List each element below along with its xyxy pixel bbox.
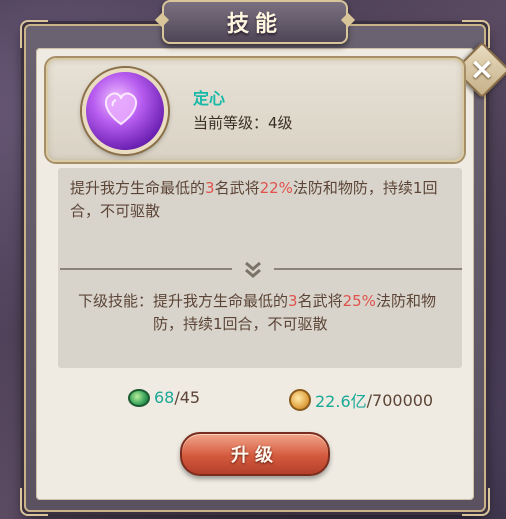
- jade-cost: 68/45: [128, 388, 200, 407]
- skill-level: 当前等级：4级: [193, 112, 293, 133]
- coin-cost: 22.6亿/700000: [289, 388, 433, 412]
- title-plate: 技能: [162, 0, 348, 44]
- frame-corner: [20, 20, 48, 48]
- heart-gem-shape: [104, 92, 138, 126]
- skill-name: 定心: [193, 89, 226, 108]
- upgrade-button[interactable]: 升级: [180, 432, 330, 476]
- next-level-label: 下级技能：: [78, 292, 154, 310]
- chevron-shape: [245, 261, 261, 278]
- divider-line: [274, 268, 462, 270]
- divider-line: [60, 268, 232, 270]
- highlight-percent: 22%: [259, 179, 293, 197]
- desc-text: 提升我方生命最低的: [70, 179, 206, 197]
- level-label: 当前等级：: [193, 114, 269, 132]
- dialog-title: 技能: [226, 12, 283, 37]
- current-skill-description: 提升我方生命最低的3名武将22%法防和物防，持续1回合，不可驱散: [70, 177, 456, 223]
- double-chevron-down-icon: [241, 257, 265, 281]
- desc-text: 名武将: [297, 292, 343, 310]
- jade-required: 45: [179, 388, 201, 407]
- desc-text: 名武将: [214, 179, 260, 197]
- jade-current: 68: [154, 388, 175, 407]
- level-value: 4级: [268, 114, 293, 132]
- highlight-number: 3: [205, 179, 215, 197]
- purple-heart-gem-icon: [82, 68, 168, 154]
- coin-icon: [289, 389, 311, 411]
- next-level-text: 提升我方生命最低的3名武将25%法防和物防，持续1回合，不可驱散: [153, 290, 456, 336]
- highlight-percent: 25%: [342, 292, 376, 310]
- coin-current: 22.6亿: [315, 392, 367, 411]
- desc-text: 提升我方生命最低的: [153, 292, 289, 310]
- close-icon[interactable]: ×: [462, 50, 502, 90]
- highlight-number: 3: [288, 292, 298, 310]
- next-level-description: 下级技能： 提升我方生命最低的3名武将25%法防和物防，持续1回合，不可驱散: [78, 290, 456, 336]
- frame-corner: [462, 20, 490, 48]
- coin-required: 700000: [372, 390, 434, 410]
- jade-token-icon: [128, 388, 150, 407]
